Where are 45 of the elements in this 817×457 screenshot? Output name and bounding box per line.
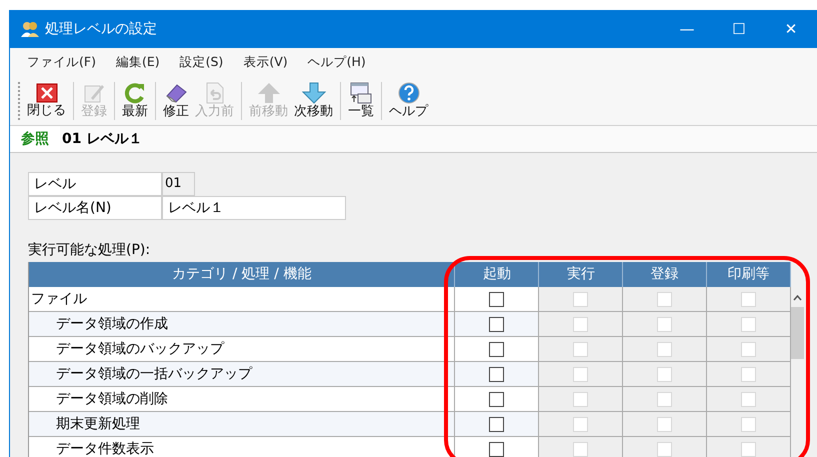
eraser-icon [164, 82, 188, 104]
menu-item[interactable]: ヘルプ(H) [298, 52, 375, 72]
grid-label: 実行可能な処理(P): [28, 241, 152, 260]
people-icon [21, 21, 39, 37]
close-button[interactable]: ✕ [765, 10, 817, 48]
menu-item[interactable]: 編集(E) [106, 52, 169, 72]
checkbox[interactable] [489, 342, 504, 356]
record-title: 01 レベル１ [62, 130, 142, 148]
up-arrow-icon [256, 82, 280, 104]
level-name-field[interactable]: レベル１ [162, 196, 346, 220]
category-cell: ファイル [29, 287, 456, 311]
windows-icon [350, 82, 372, 104]
refresh-icon [124, 82, 146, 104]
toolbar-button[interactable]: 修正 [160, 78, 192, 124]
toolbar-button[interactable]: 一覧 [345, 78, 377, 124]
toolbar-button[interactable]: 次移動 [291, 78, 336, 124]
minimize-button[interactable]: — [661, 10, 713, 48]
level-value: 01 [162, 172, 195, 196]
category-cell: データ領域の一括バックアップ [29, 362, 456, 386]
toolbar-button[interactable]: 閉じる [24, 78, 69, 124]
menu-item[interactable]: 表示(V) [234, 52, 297, 72]
category-cell: データ領域の作成 [29, 312, 456, 336]
menu-item[interactable]: 設定(S) [170, 52, 232, 72]
category-cell: データ領域のバックアップ [29, 337, 456, 361]
checkbox[interactable] [489, 316, 504, 332]
checkbox[interactable] [489, 442, 504, 456]
maximize-button[interactable]: ☐ [713, 10, 765, 48]
checkbox[interactable] [489, 416, 504, 432]
menu-item[interactable]: ファイル(F) [18, 52, 105, 72]
close-icon [36, 82, 58, 102]
category-cell: データ領域の削除 [29, 387, 456, 411]
window-title: 処理レベルの設定 [45, 20, 157, 38]
help-icon [398, 82, 420, 104]
down-arrow-icon [302, 82, 326, 104]
level-name-label: レベル名(N) [28, 196, 162, 220]
level-label: レベル [28, 172, 162, 196]
toolbar-button[interactable]: 最新 [119, 78, 151, 124]
toolbar-button[interactable]: ヘルプ [386, 78, 431, 124]
checkbox[interactable] [489, 366, 504, 382]
category-cell: 期末更新処理 [29, 412, 456, 436]
document-icon [204, 82, 224, 104]
checkbox[interactable] [489, 392, 504, 406]
scroll-up-icon [793, 295, 802, 301]
checkbox[interactable] [489, 292, 504, 306]
category-cell: データ件数表示 [29, 437, 456, 457]
